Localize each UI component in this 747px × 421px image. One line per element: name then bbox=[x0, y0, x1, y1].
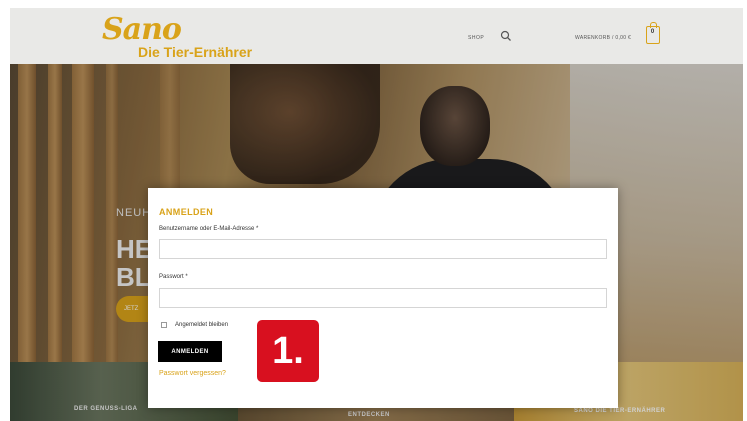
page: Sano Die Tier-Ernährer SHOP WARENKORB / … bbox=[0, 0, 747, 421]
nav-shop-link[interactable]: SHOP bbox=[468, 35, 484, 41]
remember-label[interactable]: Angemeldet bleiben bbox=[175, 322, 228, 328]
step-badge: 1. bbox=[257, 320, 319, 382]
login-title: ANMELDEN bbox=[159, 207, 214, 217]
login-modal: ANMELDEN Benutzername oder E-Mail-Adress… bbox=[148, 188, 618, 408]
bag-icon[interactable]: 0 bbox=[646, 22, 660, 44]
password-input[interactable] bbox=[159, 288, 607, 308]
password-label: Passwort * bbox=[159, 274, 188, 280]
logo[interactable]: Sano bbox=[102, 12, 182, 47]
username-label: Benutzername oder E-Mail-Adresse * bbox=[159, 226, 259, 232]
remember-checkbox[interactable] bbox=[161, 322, 167, 328]
cart-link[interactable]: WARENKORB / 0,00 € bbox=[575, 35, 631, 41]
lost-password-link[interactable]: Passwort vergessen? bbox=[159, 370, 226, 377]
username-input[interactable] bbox=[159, 239, 607, 259]
site-header: Sano Die Tier-Ernährer SHOP WARENKORB / … bbox=[10, 8, 743, 64]
search-icon[interactable] bbox=[500, 30, 512, 42]
login-button[interactable]: ANMELDEN bbox=[158, 341, 222, 362]
logo-tagline: Die Tier-Ernährer bbox=[138, 44, 253, 60]
cart-count: 0 bbox=[650, 29, 655, 35]
